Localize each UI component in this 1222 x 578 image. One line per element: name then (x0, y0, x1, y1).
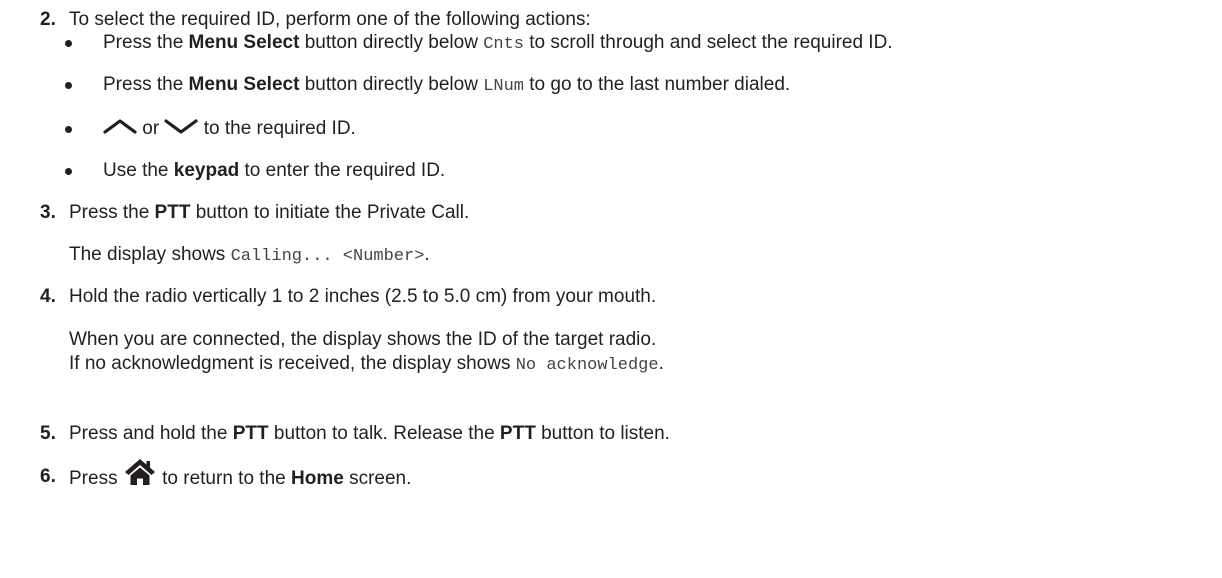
text: button to talk. Release the (268, 423, 500, 444)
bullet-dot (65, 168, 72, 175)
button-name: PTT (499, 423, 536, 444)
text: Press the (69, 202, 155, 223)
text: button to listen. (535, 423, 670, 444)
text: button to initiate the Private Call. (190, 202, 470, 223)
step-number: 3. (40, 202, 56, 223)
text: to return to the (156, 468, 291, 490)
bullet-dot (65, 40, 72, 47)
bullet-item: Press the Menu Select button directly be… (103, 74, 790, 98)
text: button directly below (299, 74, 484, 95)
button-name: Menu Select (188, 74, 300, 95)
step-number: 5. (40, 423, 56, 444)
display-text: LNum (483, 77, 524, 96)
text: Press the (103, 74, 189, 95)
bullet-item: Press the Menu Select button directly be… (103, 32, 893, 56)
text: to go to the last number dialed. (524, 74, 791, 95)
step-number: 2. (40, 9, 56, 30)
step-text: Press and hold the PTT button to talk. R… (69, 423, 670, 445)
step-result: When you are connected, the display show… (69, 329, 657, 350)
step-number: 4. (40, 286, 56, 307)
bullet-dot (65, 126, 72, 133)
text: to enter the required ID. (239, 160, 446, 181)
step-result: The display shows Calling... <Number>. (69, 244, 430, 268)
text: The display shows (69, 244, 231, 265)
text: Press (69, 468, 123, 490)
keypad-label: keypad (173, 160, 240, 181)
display-text: No acknowledge (515, 356, 659, 375)
bullet-dot (65, 82, 72, 89)
document-page: { "steps": [ {"number": "2.", "text": "T… (0, 0, 1222, 578)
screen-name: Home (291, 468, 344, 490)
bullet-item: Use the keypad to enter the required ID. (103, 160, 445, 182)
button-name: PTT (154, 202, 191, 223)
display-text: Calling... <Number> (230, 247, 425, 266)
text: Press and hold the (69, 423, 233, 444)
text: to scroll through and select the require… (524, 32, 893, 53)
button-name: PTT (232, 423, 269, 444)
text: If no acknowledgment is received, the di… (69, 353, 516, 374)
step-text: Hold the radio vertically 1 to 2 inches … (69, 286, 657, 307)
button-name: Menu Select (188, 32, 300, 53)
step-result: If no acknowledgment is received, the di… (69, 353, 664, 377)
text: Press the (103, 32, 189, 53)
home-icon (123, 456, 157, 492)
text: to the required ID. (198, 118, 356, 140)
step-number: 6. (40, 466, 56, 487)
bullet-item: or to the required ID. (103, 118, 356, 140)
chevron-up-icon (103, 118, 137, 140)
text: screen. (343, 468, 412, 490)
text: . (658, 353, 664, 374)
step-text: Press to return to the Home screen. (69, 459, 412, 492)
step-text: To select the required ID, perform one o… (69, 9, 591, 30)
text: button directly below (299, 32, 484, 53)
text: . (424, 244, 430, 265)
text: or (137, 118, 165, 140)
chevron-down-icon (164, 118, 199, 140)
display-text: Cnts (483, 35, 524, 54)
step-text: Press the PTT button to initiate the Pri… (69, 202, 469, 224)
text: Use the (103, 160, 174, 181)
